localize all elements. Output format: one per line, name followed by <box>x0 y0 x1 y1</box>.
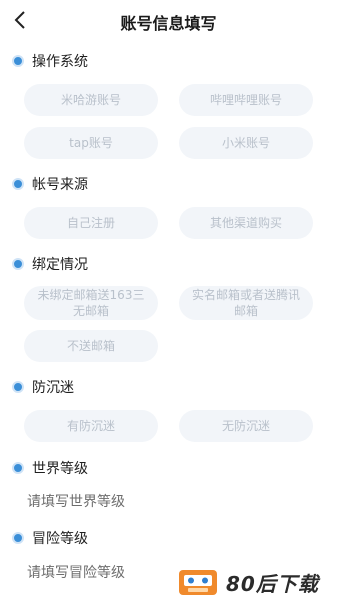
section-label-anti-addiction: 防沉迷 <box>32 380 74 396</box>
option-realname-email[interactable]: 实名邮箱或者送腾讯邮箱 <box>179 286 313 320</box>
section-adventure-level: 冒险等级 <box>12 528 88 548</box>
section-label-source: 帐号来源 <box>32 177 88 193</box>
option-has-anti-addiction[interactable]: 有防沉迷 <box>24 410 158 442</box>
bullet-dot-icon <box>12 178 24 190</box>
section-os: 操作系统 <box>12 51 88 71</box>
bullet-dot-icon <box>12 258 24 270</box>
watermark-text: 80后下载 <box>226 571 319 596</box>
section-label-os: 操作系统 <box>32 54 88 70</box>
world-level-input[interactable]: 请填写世界等级 <box>27 491 125 511</box>
section-anti-addiction: 防沉迷 <box>12 377 74 397</box>
watermark-brand: 80后下载 <box>178 564 337 600</box>
adventure-level-input[interactable]: 请填写冒险等级 <box>27 562 125 582</box>
page-title: 账号信息填写 <box>120 14 217 33</box>
bullet-dot-icon <box>12 381 24 393</box>
option-no-email[interactable]: 不送邮箱 <box>24 330 158 362</box>
section-binding: 绑定情况 <box>12 254 88 274</box>
section-source: 帐号来源 <box>12 174 88 194</box>
bullet-dot-icon <box>12 55 24 67</box>
header-bar: 账号信息填写 <box>0 0 337 40</box>
option-unbound-email[interactable]: 未绑定邮箱送163三无邮箱 <box>24 286 158 320</box>
option-other-channel[interactable]: 其他渠道购买 <box>179 207 313 239</box>
option-tap-account[interactable]: tap账号 <box>24 127 158 159</box>
bullet-dot-icon <box>12 462 24 474</box>
section-label-binding: 绑定情况 <box>32 257 88 273</box>
cassette-logo-icon <box>179 570 217 595</box>
option-xiaomi-account[interactable]: 小米账号 <box>179 127 313 159</box>
option-mihoyo-account[interactable]: 米哈游账号 <box>24 84 158 116</box>
option-no-anti-addiction[interactable]: 无防沉迷 <box>179 410 313 442</box>
option-bilibili-account[interactable]: 哔哩哔哩账号 <box>179 84 313 116</box>
section-label-adventure-level: 冒险等级 <box>32 531 88 547</box>
section-label-world-level: 世界等级 <box>32 461 88 477</box>
bullet-dot-icon <box>12 532 24 544</box>
option-self-registered[interactable]: 自己注册 <box>24 207 158 239</box>
section-world-level: 世界等级 <box>12 458 88 478</box>
